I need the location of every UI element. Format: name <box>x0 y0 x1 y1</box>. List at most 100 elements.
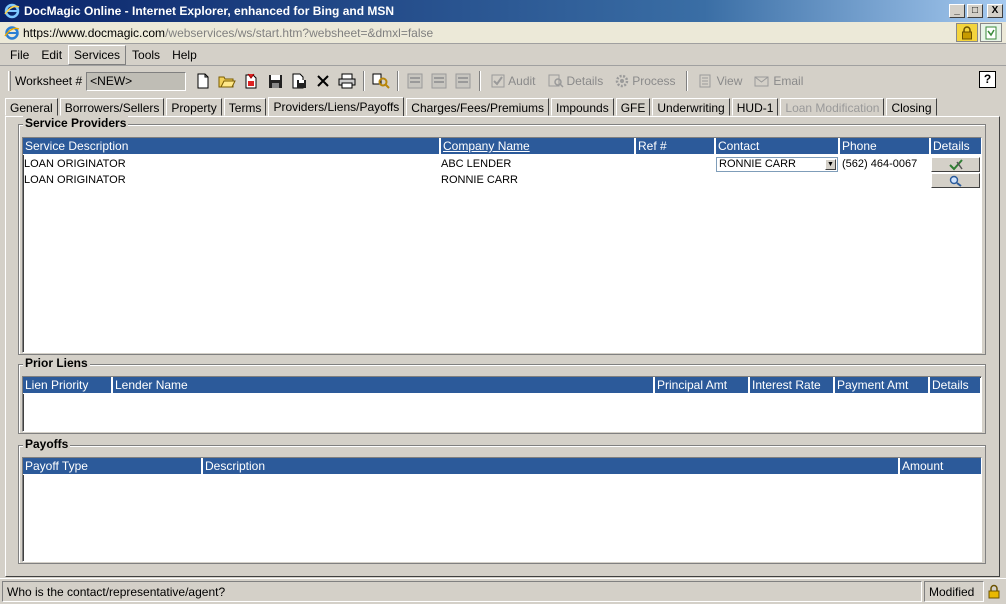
toolbar: Worksheet # <NEW> Audit Details Process … <box>0 67 1006 95</box>
open-folder-icon[interactable] <box>216 70 238 92</box>
url-path: /webservices/ws/start.htm?websheet=&dmxl… <box>165 25 434 40</box>
table-row[interactable]: LOAN ORIGINATOR RONNIE CARR <box>23 172 981 188</box>
tab-hud-1[interactable]: HUD-1 <box>731 98 779 116</box>
tab-strip: General Borrowers/Sellers Property Terms… <box>5 97 939 117</box>
col-amount[interactable]: Amount <box>900 458 981 475</box>
tab-terms[interactable]: Terms <box>223 98 267 116</box>
ie-logo-icon <box>4 3 20 19</box>
cell-description: LOAN ORIGINATOR <box>24 174 126 186</box>
service-providers-group: Service Providers Service Description Co… <box>18 116 986 355</box>
form-icon-1 <box>404 70 426 92</box>
address-bar[interactable]: https://www. docmagic.com/webservices/ws/… <box>0 22 1006 44</box>
window-title-bar[interactable]: DocMagic Online - Internet Explorer, enh… <box>0 0 1006 22</box>
view-button[interactable]: View <box>698 74 742 88</box>
process-button[interactable]: Process <box>615 74 676 88</box>
menu-bar: File Edit Services Tools Help <box>0 44 1006 66</box>
tab-borrowers-sellers[interactable]: Borrowers/Sellers <box>59 98 165 116</box>
menu-services[interactable]: Services <box>68 44 127 65</box>
maximize-button[interactable]: □ <box>967 4 983 18</box>
col-principal-amt[interactable]: Principal Amt <box>655 377 750 394</box>
security-lock-icon[interactable] <box>956 23 978 42</box>
window-title: DocMagic Online - Internet Explorer, enh… <box>24 4 395 18</box>
save-icon[interactable] <box>264 70 286 92</box>
minimize-button[interactable]: _ <box>949 4 965 18</box>
audit-label: Audit <box>508 74 536 88</box>
col-contact[interactable]: Contact <box>716 138 840 155</box>
menu-help[interactable]: Help <box>166 45 203 65</box>
payoffs-header: Payoff Type Description Amount <box>23 458 981 475</box>
form-icon-3 <box>452 70 474 92</box>
payoffs-table[interactable]: Payoff Type Description Amount <box>22 457 982 562</box>
chevron-down-icon[interactable]: ▼ <box>825 159 836 170</box>
col-company-name[interactable]: Company Name <box>441 138 636 155</box>
status-bar: Who is the contact/representative/agent?… <box>0 578 1006 604</box>
col-service-description[interactable]: Service Description <box>23 138 441 155</box>
worksheet-number-field[interactable]: <NEW> <box>86 71 187 91</box>
service-providers-header: Service Description Company Name Ref # C… <box>23 138 981 155</box>
table-row[interactable]: LOAN ORIGINATOR ABC LENDER RONNIE CARR ▼… <box>23 156 981 172</box>
menu-file[interactable]: File <box>4 45 35 65</box>
address-field[interactable]: https://www. docmagic.com/webservices/ws/… <box>4 25 956 41</box>
service-providers-title: Service Providers <box>23 116 129 130</box>
find-replace-icon[interactable] <box>370 70 392 92</box>
tab-loan-modification: Loan Modification <box>780 98 885 116</box>
lock-icon[interactable] <box>984 581 1004 602</box>
worksheet-label: Worksheet # <box>15 74 83 88</box>
details-magnifier-icon <box>548 74 564 88</box>
payoffs-group: Payoffs Payoff Type Description Amount <box>18 437 986 564</box>
menu-tools[interactable]: Tools <box>126 45 166 65</box>
email-button[interactable]: Email <box>754 74 803 88</box>
form-icon-2 <box>428 70 450 92</box>
contact-dropdown-value: RONNIE CARR <box>719 158 797 170</box>
tab-property[interactable]: Property <box>166 98 222 116</box>
page-icon <box>4 25 20 40</box>
col-ref-number[interactable]: Ref # <box>636 138 716 155</box>
tab-underwriting[interactable]: Underwriting <box>652 98 730 116</box>
tab-impounds[interactable]: Impounds <box>551 98 614 116</box>
service-providers-table[interactable]: Service Description Company Name Ref # C… <box>22 137 982 353</box>
close-button[interactable]: X <box>987 4 1003 18</box>
col-interest-rate[interactable]: Interest Rate <box>750 377 835 394</box>
tab-general[interactable]: General <box>5 98 58 116</box>
audit-button[interactable]: Audit <box>491 74 536 88</box>
toolbar-grip[interactable] <box>8 71 11 91</box>
cell-description: LOAN ORIGINATOR <box>24 158 126 170</box>
menu-edit[interactable]: Edit <box>35 45 68 65</box>
email-icon <box>754 76 769 87</box>
col-details[interactable]: Details <box>930 377 980 394</box>
prior-liens-header: Lien Priority Lender Name Principal Amt … <box>23 377 980 394</box>
help-icon[interactable]: ? <box>979 71 996 88</box>
col-lien-priority[interactable]: Lien Priority <box>23 377 113 394</box>
toolbar-separator <box>397 71 400 91</box>
audit-check-icon <box>491 74 505 88</box>
status-modified: Modified <box>924 581 984 602</box>
magnifier-icon <box>949 175 962 187</box>
tab-closing[interactable]: Closing <box>886 98 937 116</box>
col-lender-name[interactable]: Lender Name <box>113 377 655 394</box>
contact-dropdown[interactable]: RONNIE CARR ▼ <box>716 157 838 172</box>
toolbar-separator <box>479 71 482 91</box>
details-edit-button[interactable] <box>931 157 980 172</box>
print-icon[interactable] <box>336 70 358 92</box>
process-label: Process <box>632 74 676 88</box>
tab-charges-fees-premiums[interactable]: Charges/Fees/Premiums <box>406 98 549 116</box>
details-label: Details <box>566 74 604 88</box>
save-as-icon[interactable] <box>288 70 310 92</box>
col-description[interactable]: Description <box>203 458 900 475</box>
import-document-icon[interactable] <box>240 70 262 92</box>
details-search-button[interactable] <box>931 173 980 188</box>
tab-gfe[interactable]: GFE <box>615 98 651 116</box>
col-payoff-type[interactable]: Payoff Type <box>23 458 203 475</box>
cell-company: RONNIE CARR <box>441 174 519 186</box>
delete-icon[interactable] <box>312 70 334 92</box>
col-details[interactable]: Details <box>931 138 981 155</box>
prior-liens-table[interactable]: Lien Priority Lender Name Principal Amt … <box>22 376 982 432</box>
col-payment-amt[interactable]: Payment Amt <box>835 377 930 394</box>
check-edit-icon <box>948 158 963 170</box>
new-document-icon[interactable] <box>192 70 214 92</box>
col-phone[interactable]: Phone <box>840 138 931 155</box>
compat-view-icon[interactable] <box>980 23 1002 42</box>
tab-providers-liens-payoffs[interactable]: Providers/Liens/Payoffs <box>268 97 405 117</box>
details-button[interactable]: Details <box>548 74 604 88</box>
prior-liens-group: Prior Liens Lien Priority Lender Name Pr… <box>18 356 986 434</box>
